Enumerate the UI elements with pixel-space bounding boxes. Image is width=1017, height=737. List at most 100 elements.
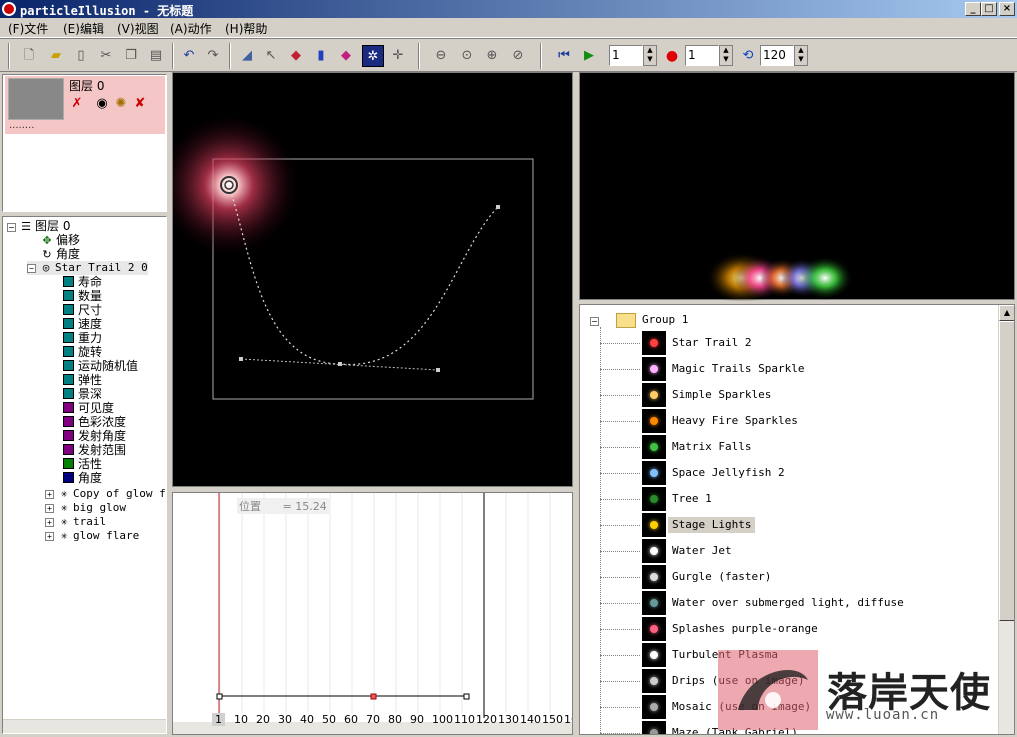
tree-param-item[interactable]: 色彩浓度 <box>63 415 126 429</box>
layer-target-icon[interactable]: ◉ <box>94 96 110 112</box>
curve-key[interactable] <box>463 693 470 700</box>
library-item[interactable]: Gurgle (faster) <box>672 569 771 585</box>
tree-param-item[interactable]: 旋转 <box>63 345 102 359</box>
expand-icon[interactable]: + <box>45 490 54 499</box>
stage-viewport[interactable] <box>159 72 574 488</box>
tree-param-item[interactable]: 重力 <box>63 331 102 345</box>
menu-edit[interactable]: (E)编辑 <box>63 20 104 37</box>
tree-param-item[interactable]: 尺寸 <box>63 303 102 317</box>
new-file-icon[interactable]: 🗋 <box>18 45 40 67</box>
library-item[interactable]: Simple Sparkles <box>672 387 771 403</box>
path-point[interactable] <box>436 368 440 372</box>
collapse-icon[interactable]: − <box>7 223 16 232</box>
scroll-up-icon[interactable]: ▲ <box>999 305 1014 321</box>
paste-icon[interactable]: ▤ <box>145 45 167 67</box>
library-item[interactable]: Water Jet <box>672 543 732 559</box>
menu-action[interactable]: (A)动作 <box>170 20 212 37</box>
loop-icon[interactable]: ⟲ <box>737 45 759 67</box>
emitter-tool-icon[interactable]: ◢ <box>236 45 258 67</box>
menu-help[interactable]: (H)帮助 <box>225 20 267 37</box>
path-point[interactable] <box>338 362 342 366</box>
nav-up-icon[interactable]: ⊕ <box>481 45 503 67</box>
library-scrollbar[interactable]: ▲ <box>998 305 1014 734</box>
curve-key[interactable] <box>216 693 223 700</box>
nav-left-icon[interactable]: ⊖ <box>430 45 452 67</box>
tree-horizontal-scrollbar[interactable] <box>3 719 166 733</box>
tree-param-item[interactable]: 弹性 <box>63 373 102 387</box>
nav-right-icon[interactable]: ⊘ <box>507 45 529 67</box>
tree-param-item[interactable]: 数量 <box>63 289 102 303</box>
library-item[interactable]: Tree 1 <box>672 491 712 507</box>
pointer-cross-icon[interactable]: ✛ <box>387 45 409 67</box>
save-icon[interactable]: ▯ <box>70 45 92 67</box>
undo-icon[interactable]: ↶ <box>178 45 200 67</box>
record-icon[interactable]: ● <box>661 45 683 67</box>
cut-icon[interactable]: ✂ <box>95 45 117 67</box>
deflector-icon[interactable]: ◆ <box>285 45 307 67</box>
library-item[interactable]: Stage Lights <box>668 517 756 533</box>
close-button[interactable]: × <box>999 2 1015 16</box>
current-frame-stepper[interactable]: ▲ ▼ <box>719 45 733 66</box>
expand-icon[interactable]: + <box>45 518 54 527</box>
stars-view-icon[interactable]: ✲ <box>362 45 384 67</box>
tree-param-item[interactable]: 景深 <box>63 387 102 401</box>
maximize-button[interactable]: □ <box>981 2 997 16</box>
library-item[interactable]: Water over submerged light, diffuse <box>672 595 904 611</box>
nav-down-icon[interactable]: ⊙ <box>456 45 478 67</box>
tree-item-emitter[interactable]: − ◎ Star Trail 2 0 <box>27 261 148 275</box>
layer-sparkle-icon[interactable]: ✺ <box>113 96 129 112</box>
path-point[interactable] <box>239 357 243 361</box>
graph-canvas[interactable] <box>173 493 573 735</box>
tree-emitter-item[interactable]: + ✳ trail <box>45 515 106 529</box>
tree-item-angle[interactable]: ↻ 角度 <box>41 247 80 261</box>
start-frame-stepper[interactable]: ▲ ▼ <box>643 45 657 66</box>
tree-item-offset[interactable]: ✥ 偏移 <box>41 233 80 247</box>
force-icon[interactable]: ◆ <box>335 45 357 67</box>
library-item[interactable]: Space Jellyfish 2 <box>672 465 785 481</box>
tree-param-item[interactable]: 速度 <box>63 317 102 331</box>
end-frame-field[interactable]: 120 <box>760 45 794 66</box>
layer-disable-icon[interactable]: ✘ <box>132 96 148 112</box>
open-folder-icon[interactable]: ▰ <box>45 45 67 67</box>
tree-param-item[interactable]: 发射范围 <box>63 443 126 457</box>
tree-param-item[interactable]: 活性 <box>63 457 102 471</box>
tree-param-item[interactable]: 运动随机值 <box>63 359 138 373</box>
curve-graph[interactable]: 位置 = 15.24 1 10 20 30 40 50 60 70 80 90 100 110 120 1… <box>172 492 573 735</box>
select-arrow-icon[interactable]: ↖ <box>260 45 282 67</box>
curve-key[interactable] <box>370 693 377 700</box>
path-point[interactable] <box>496 205 500 209</box>
current-frame-field[interactable]: 1 <box>685 45 719 66</box>
tree-emitter-item[interactable]: + ✳ big glow <box>45 501 126 515</box>
blocker-icon[interactable]: ▮ <box>310 45 332 67</box>
stage-canvas[interactable] <box>159 73 574 488</box>
scroll-thumb[interactable] <box>999 321 1014 621</box>
library-item[interactable]: Matrix Falls <box>672 439 751 455</box>
tree-param-item[interactable]: 发射角度 <box>63 429 126 443</box>
collapse-icon[interactable]: − <box>27 264 36 273</box>
tree-emitter-item[interactable]: + ✳ Copy of glow fl <box>45 487 166 501</box>
start-frame-field[interactable]: 1 <box>609 45 643 66</box>
emitter-thumbnail <box>642 669 666 693</box>
library-item[interactable]: Magic Trails Sparkle <box>672 361 804 377</box>
collapse-icon[interactable]: − <box>590 317 599 326</box>
tree-emitter-item[interactable]: + ✳ glow flare <box>45 529 139 543</box>
library-item[interactable]: Star Trail 2 <box>672 335 751 351</box>
library-item[interactable]: Splashes purple-orange <box>672 621 818 637</box>
end-frame-stepper[interactable]: ▲ ▼ <box>794 45 808 66</box>
minimize-button[interactable]: _ <box>965 2 981 16</box>
redo-icon[interactable]: ↷ <box>202 45 224 67</box>
layer-row[interactable]: 图层 0 ✗ ◉ ✺ ✘ ........ <box>5 76 165 134</box>
expand-icon[interactable]: + <box>45 532 54 541</box>
library-item[interactable]: Heavy Fire Sparkles <box>672 413 798 429</box>
copy-icon[interactable]: ❐ <box>120 45 142 67</box>
rewind-icon[interactable]: ⏮ <box>553 45 575 67</box>
play-icon[interactable]: ▶ <box>578 45 600 67</box>
tree-param-item[interactable]: 寿命 <box>63 275 102 289</box>
menu-file[interactable]: (F)文件 <box>8 20 48 37</box>
tree-param-item[interactable]: 可见度 <box>63 401 114 415</box>
tree-root[interactable]: − ☰ 图层 0 <box>7 219 70 233</box>
expand-icon[interactable]: + <box>45 504 54 513</box>
tree-param-item[interactable]: 角度 <box>63 471 102 485</box>
layer-hide-icon[interactable]: ✗ <box>69 96 85 112</box>
menu-view[interactable]: (V)视图 <box>117 20 159 37</box>
